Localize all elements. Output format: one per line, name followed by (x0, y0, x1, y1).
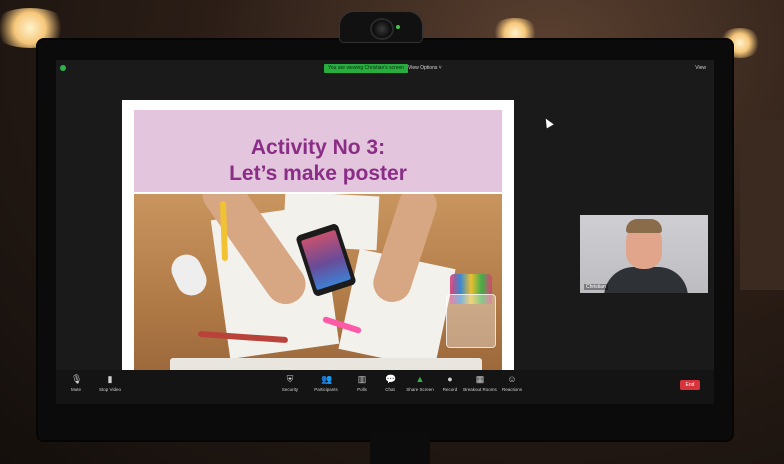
share-screen-icon: ▲ (415, 374, 425, 384)
participant-name-label: Christian (584, 284, 608, 290)
webcam (340, 12, 422, 42)
chat-icon: 💬 (385, 374, 397, 384)
participant-shirt (604, 267, 688, 293)
shared-slide: Activity No 3: Let’s make poster (122, 100, 514, 392)
shield-icon: ⛨ (286, 374, 294, 384)
slide-title-banner: Activity No 3: Let’s make poster (134, 110, 502, 192)
monitor: You are viewing Christian's screen View … (38, 12, 732, 458)
zoom-screen: You are viewing Christian's screen View … (56, 60, 714, 404)
breakout-rooms-label: Breakout Rooms (463, 387, 497, 392)
view-options-menu[interactable]: View Options ˅ (408, 64, 442, 73)
photo-computer-mouse (166, 249, 212, 301)
monitor-stand (370, 432, 430, 464)
slide-title-line2: Let’s make poster (229, 162, 407, 185)
participants-label: Participants (314, 387, 338, 392)
video-camera-icon: ▮ (107, 374, 113, 384)
breakout-rooms-icon: ▦ (475, 374, 485, 384)
viewing-screen-banner: You are viewing Christian's screen (324, 64, 409, 73)
security-label: Security (281, 387, 299, 392)
microphone-icon: 🎙 (71, 374, 83, 384)
participants-icon: 👥 (321, 374, 333, 384)
encryption-shield-icon[interactable] (60, 65, 66, 71)
reactions-button[interactable]: ☺ Reactions (494, 374, 530, 392)
reactions-icon: ☺ (507, 374, 517, 384)
end-meeting-button[interactable]: End (680, 380, 700, 390)
polls-icon: ▥ (357, 374, 367, 384)
slide-title-line1: Activity No 3: (250, 136, 386, 159)
photo-marker-cup (446, 294, 496, 348)
record-icon: ● (447, 374, 453, 384)
participants-button[interactable]: 👥 Participants (308, 374, 344, 392)
zoom-toolbar: 🎙 Mute ▮ Stop Video ⛨ Security 👥 Partici… (56, 370, 714, 404)
webcam-led (396, 25, 400, 29)
view-button[interactable]: View (695, 64, 706, 73)
participant-hair (626, 219, 662, 233)
zoom-top-bar: You are viewing Christian's screen View … (56, 60, 714, 76)
mouse-cursor-icon (542, 116, 554, 129)
mute-label: Mute (70, 387, 81, 392)
breakout-rooms-button[interactable]: ▦ Breakout Rooms (462, 374, 498, 392)
stop-video-label: Stop Video (99, 387, 121, 392)
reactions-label: Reactions (501, 387, 522, 392)
webcam-lens (370, 18, 394, 40)
mute-button[interactable]: 🎙 Mute (58, 374, 94, 392)
stop-video-button[interactable]: ▮ Stop Video (92, 374, 128, 392)
slide-photo (134, 194, 502, 380)
security-button[interactable]: ⛨ Security (272, 374, 308, 392)
participant-video[interactable]: Christian (580, 215, 708, 293)
background-shelf (740, 120, 784, 290)
